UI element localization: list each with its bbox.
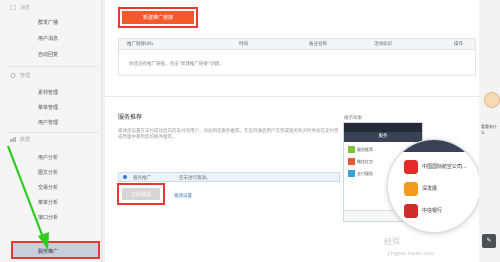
annotation-arrow-icon (6, 145, 49, 250)
